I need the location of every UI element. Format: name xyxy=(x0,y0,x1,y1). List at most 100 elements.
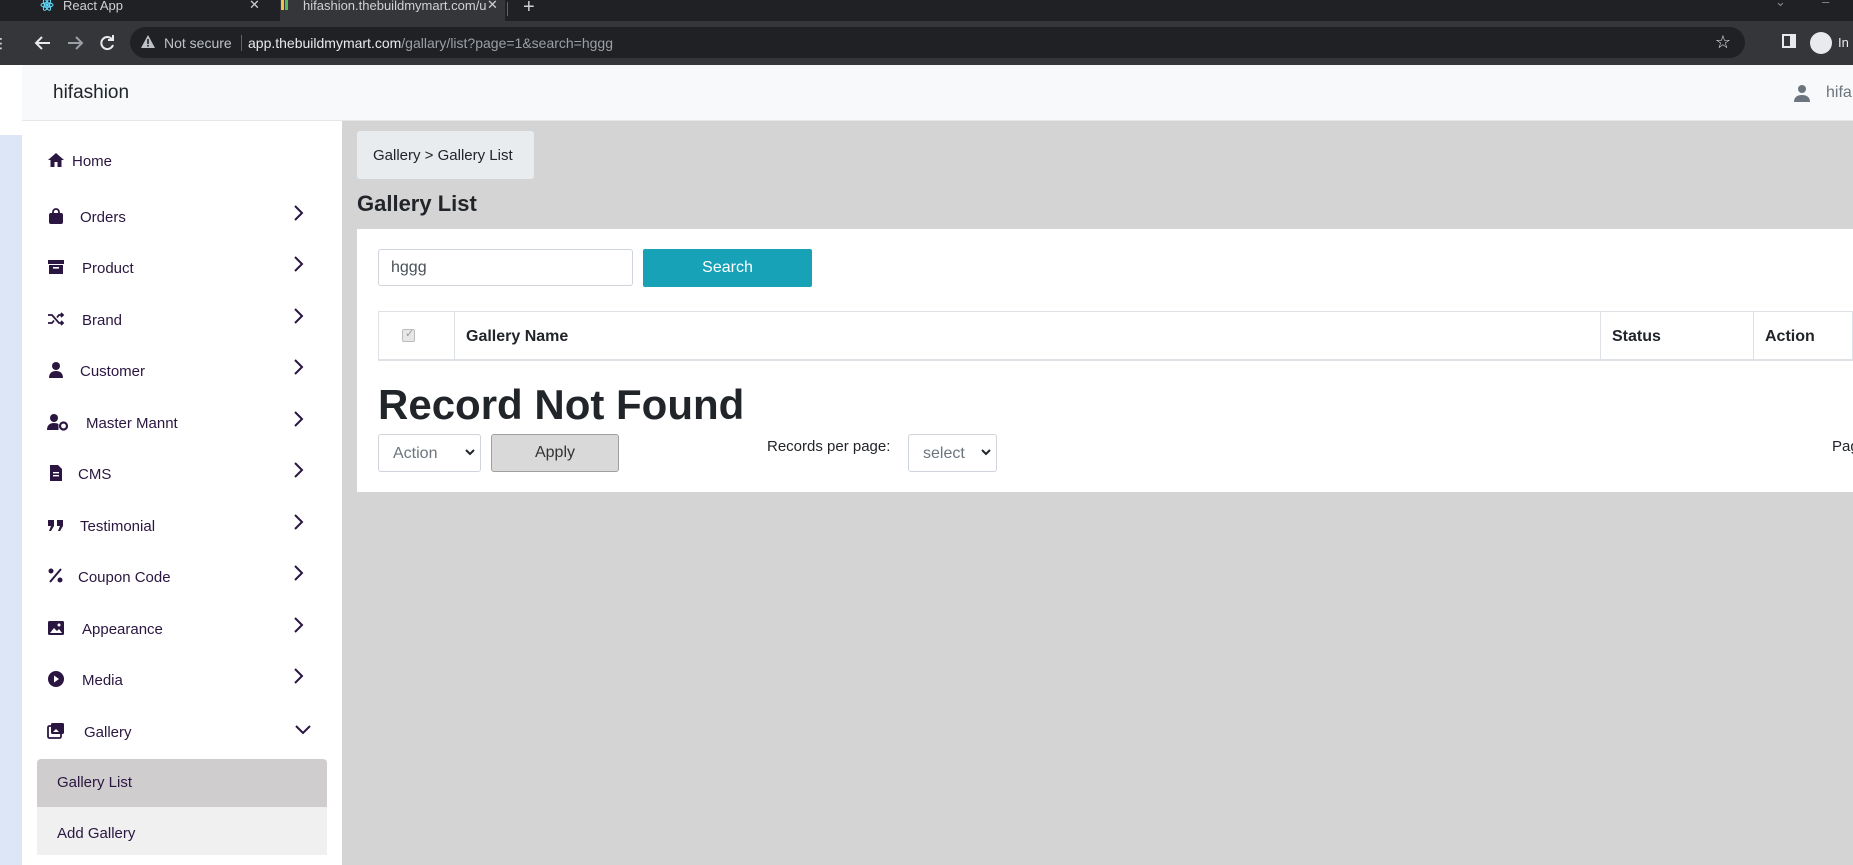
browser-tab-hifashion[interactable]: hifashion.thebuildmymart.com/u ✕ xyxy=(280,0,505,21)
sidebar-item-customer[interactable]: Customer xyxy=(22,351,342,391)
profile-label[interactable]: In xyxy=(1838,35,1849,50)
sidebar-item-label: Product xyxy=(82,260,134,277)
menu-dots-icon[interactable]: ⋮ xyxy=(0,33,8,53)
sidebar-item-label: Brand xyxy=(82,312,123,329)
archive-box-icon xyxy=(48,260,64,274)
address-bar[interactable]: Not secure app.thebuildmymart.com/gallar… xyxy=(130,27,1745,58)
bulk-action-select[interactable]: Action xyxy=(378,434,481,472)
sidebar-item-label: Customer xyxy=(80,363,146,380)
back-icon[interactable] xyxy=(34,34,52,52)
chevron-right-icon xyxy=(294,359,304,375)
sidebar-item-label: Coupon Code xyxy=(78,569,171,586)
column-header-gallery-name[interactable]: Gallery Name xyxy=(454,312,1600,360)
sidebar-item-brand[interactable]: Brand xyxy=(22,300,342,340)
image-icon xyxy=(48,621,64,635)
sidebar-item-label: Testimonial xyxy=(80,518,156,535)
sidebar-item-gallery[interactable]: Gallery xyxy=(22,712,342,752)
chevron-right-icon xyxy=(294,617,304,633)
sidebar-item-appearance[interactable]: Appearance xyxy=(22,609,342,649)
bookmark-star-icon[interactable]: ☆ xyxy=(1715,32,1731,53)
images-icon xyxy=(47,723,64,739)
empty-state-message: Record Not Found xyxy=(378,381,745,428)
side-panel-icon[interactable] xyxy=(1782,34,1796,48)
tab-close-icon[interactable]: ✕ xyxy=(487,0,498,11)
home-icon xyxy=(48,153,64,167)
sidebar-item-label: Gallery xyxy=(84,724,132,741)
play-circle-icon xyxy=(48,671,64,687)
user-name[interactable]: hifa xyxy=(1826,84,1852,102)
submenu-item-gallery-list[interactable]: Gallery List xyxy=(37,759,327,807)
sidebar-item-testimonial[interactable]: Testimonial xyxy=(22,506,342,546)
check-icon: ✓ xyxy=(405,328,415,340)
sidebar-item-media[interactable]: Media xyxy=(22,660,342,700)
sidebar-item-cms[interactable]: CMS xyxy=(22,454,342,494)
quote-icon xyxy=(48,520,63,531)
page-title: Gallery List xyxy=(357,191,477,216)
incognito-icon[interactable] xyxy=(1810,32,1832,54)
chevron-down-icon xyxy=(465,449,475,456)
reload-icon[interactable] xyxy=(98,34,116,52)
user-gear-icon xyxy=(47,414,69,431)
warning-icon[interactable] xyxy=(140,34,156,49)
gallery-list-panel: Search ✓ Gallery Name Status Action Reco… xyxy=(357,229,1853,492)
select-all-checkbox[interactable]: ✓ xyxy=(402,328,415,342)
site-favicon-icon xyxy=(281,0,288,10)
url-host: app.thebuildmymart.com xyxy=(248,35,402,51)
sidebar: Home Orders Product Brand Customer Maste… xyxy=(22,121,342,865)
sidebar-item-label: Home xyxy=(72,153,113,170)
tab-separator xyxy=(507,2,508,16)
chevron-right-icon xyxy=(294,514,304,530)
sidebar-item-orders[interactable]: Orders xyxy=(22,197,342,237)
new-tab-button[interactable]: + xyxy=(523,0,535,19)
column-header-status[interactable]: Status xyxy=(1600,312,1753,360)
window-dropdown-icon[interactable]: ⌄ xyxy=(1775,0,1786,10)
sidebar-item-master-mannt[interactable]: Master Mannt xyxy=(22,403,342,443)
search-input[interactable] xyxy=(378,249,633,286)
shuffle-icon xyxy=(48,312,65,326)
not-secure-label[interactable]: Not secure xyxy=(164,35,232,51)
omnibox-separator xyxy=(241,35,242,51)
submenu-item-add-gallery[interactable]: Add Gallery xyxy=(37,807,327,855)
user-icon[interactable] xyxy=(1794,84,1810,102)
chevron-right-icon xyxy=(294,565,304,581)
sidebar-item-product[interactable]: Product xyxy=(22,248,342,288)
column-header-action[interactable]: Action xyxy=(1753,312,1852,360)
breadcrumb-text[interactable]: Gallery > Gallery List xyxy=(373,147,513,164)
chevron-down-icon xyxy=(981,449,991,456)
minimize-icon[interactable]: – xyxy=(1822,0,1829,9)
browser-tab-react-app[interactable]: React App ✕ xyxy=(40,0,270,21)
column-header-label: Gallery Name xyxy=(466,328,569,345)
select-value: select xyxy=(923,445,965,462)
submenu-item-label: Add Gallery xyxy=(57,825,136,842)
react-logo-icon xyxy=(40,0,54,11)
select-all-column: ✓ xyxy=(379,312,454,360)
chevron-right-icon xyxy=(294,256,304,272)
page-label: Pag xyxy=(1832,438,1853,455)
sidebar-item-label: Appearance xyxy=(82,621,163,638)
brand-logo-text[interactable]: hifashion xyxy=(53,82,129,104)
column-header-label: Status xyxy=(1612,328,1661,345)
sidebar-item-label: CMS xyxy=(78,466,112,483)
tab-title: React App xyxy=(63,0,123,13)
gallery-table-header: ✓ Gallery Name Status Action xyxy=(378,311,1853,361)
apply-button[interactable]: Apply xyxy=(491,434,619,472)
browser-toolbar: ⋮ Not secure app.thebuildmymart.com/gall… xyxy=(0,21,1853,65)
records-per-page-label: Records per page: xyxy=(767,438,891,455)
app-header: hifashion hifa xyxy=(22,65,1853,121)
submenu-item-label: Gallery List xyxy=(57,774,133,791)
shopping-bag-icon xyxy=(49,208,63,224)
url-text[interactable]: app.thebuildmymart.com/gallary/list?page… xyxy=(248,35,613,51)
chevron-right-icon xyxy=(294,205,304,221)
gutter-top xyxy=(0,65,22,135)
chevron-right-icon xyxy=(294,462,304,478)
search-button[interactable]: Search xyxy=(643,249,812,287)
forward-icon[interactable] xyxy=(66,34,84,52)
chevron-right-icon xyxy=(294,411,304,427)
sidebar-item-home[interactable]: Home xyxy=(22,141,342,181)
tab-close-icon[interactable]: ✕ xyxy=(249,0,260,11)
page-left-gutter xyxy=(0,65,22,865)
file-icon xyxy=(50,465,62,481)
sidebar-item-coupon-code[interactable]: Coupon Code xyxy=(22,557,342,597)
breadcrumb: Gallery > Gallery List xyxy=(357,131,534,179)
records-per-page-select[interactable]: select xyxy=(908,434,997,472)
